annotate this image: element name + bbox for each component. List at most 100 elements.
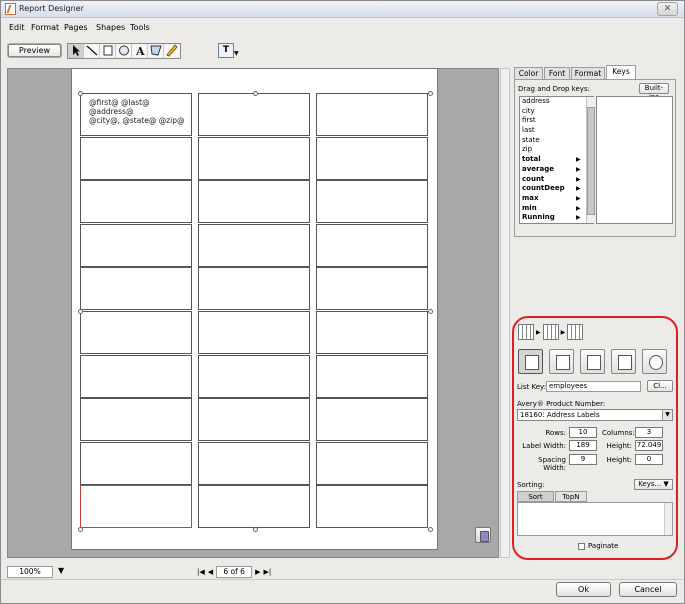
label-cell[interactable] <box>198 267 310 311</box>
label-cell[interactable] <box>80 267 192 311</box>
resize-handle[interactable] <box>78 527 83 532</box>
chevron-down-icon[interactable]: ▼ <box>662 410 672 420</box>
label-width-input[interactable]: 189 <box>569 440 597 451</box>
label-cell[interactable] <box>80 398 192 442</box>
label-cell[interactable] <box>198 311 310 354</box>
menu-shapes[interactable]: Shapes <box>96 23 125 32</box>
label-cell[interactable] <box>80 136 192 180</box>
label-cell[interactable] <box>80 485 192 529</box>
sort-keys-dropdown[interactable]: Keys... ▼ <box>634 479 673 490</box>
label-cell[interactable] <box>198 136 310 180</box>
label-cell[interactable] <box>80 354 192 398</box>
key-list-item[interactable]: average ▶ <box>520 165 593 175</box>
menu-pages[interactable]: Pages <box>64 23 88 32</box>
label-cell[interactable] <box>198 398 310 442</box>
resize-handle[interactable] <box>253 527 258 532</box>
menu-tools[interactable]: Tools <box>130 23 150 32</box>
key-list-item[interactable]: first <box>520 116 593 126</box>
label-cell[interactable] <box>316 180 428 224</box>
label-cell[interactable] <box>316 354 428 398</box>
step-list-icon[interactable] <box>518 324 534 340</box>
label-cell[interactable] <box>198 485 310 529</box>
line-icon[interactable] <box>84 44 100 58</box>
key-list-item[interactable]: total ▶ <box>520 155 593 165</box>
paginate-checkbox[interactable] <box>578 542 585 550</box>
label-cell[interactable] <box>316 398 428 442</box>
avery-product-select[interactable]: 18160: Address Labels ▼ <box>517 409 673 421</box>
key-list-item[interactable]: max ▶ <box>520 194 593 204</box>
step-columns-icon[interactable] <box>542 324 559 340</box>
key-list-item[interactable]: zip <box>520 145 593 155</box>
ellipse-icon[interactable] <box>116 44 132 58</box>
preview-button[interactable]: Preview <box>8 44 61 57</box>
clock-icon[interactable] <box>642 349 667 374</box>
spacing-width-input[interactable]: 9 <box>569 454 597 465</box>
fill-bucket-icon[interactable] <box>549 349 574 374</box>
list-key-input[interactable]: employees <box>546 381 641 392</box>
resize-handle[interactable] <box>428 91 433 96</box>
polygon-icon[interactable] <box>148 44 164 58</box>
previous-page-icon[interactable]: ◀ <box>208 568 213 576</box>
resize-handle[interactable] <box>78 309 83 314</box>
resize-handle[interactable] <box>78 91 83 96</box>
key-list-item[interactable]: state <box>520 136 593 146</box>
label-page[interactable]: @first@ @last@ @address@ @city@, @state@ @… <box>71 68 438 550</box>
label-height-input[interactable]: 72.049 <box>635 440 663 451</box>
menu-edit[interactable]: Edit <box>9 23 25 32</box>
canvas-vertical-scrollbar[interactable] <box>500 68 510 558</box>
select-arrow-icon[interactable] <box>68 44 84 58</box>
label-cell[interactable] <box>316 136 428 180</box>
label-cell[interactable] <box>80 223 192 267</box>
label-cell[interactable] <box>316 311 428 354</box>
key-list-item[interactable]: last <box>520 126 593 136</box>
key-list-item[interactable]: city <box>520 107 593 117</box>
resize-handle[interactable] <box>428 527 433 532</box>
text-block-icon[interactable]: T <box>218 43 234 58</box>
cancel-button[interactable]: Cancel <box>619 582 677 597</box>
first-page-icon[interactable]: |◀ <box>197 568 205 576</box>
page-options-icon[interactable] <box>475 527 491 543</box>
step-grid-icon[interactable] <box>567 324 584 340</box>
resize-handle[interactable] <box>428 309 433 314</box>
label-cell[interactable] <box>198 223 310 267</box>
pencil-icon[interactable] <box>164 44 180 58</box>
label-cell[interactable] <box>198 441 310 485</box>
columns-input[interactable]: 3 <box>635 427 663 438</box>
zoom-field[interactable]: 100% <box>7 566 53 578</box>
clear-button[interactable]: Cl... <box>647 380 673 392</box>
text-A-icon[interactable]: A <box>132 44 148 58</box>
key-list-item[interactable]: address <box>520 97 593 107</box>
window-close-button[interactable]: ✕ <box>657 2 678 16</box>
label-cell[interactable] <box>316 223 428 267</box>
spacing-height-input[interactable]: 0 <box>635 454 663 465</box>
label-cell[interactable] <box>80 441 192 485</box>
label-cell[interactable] <box>198 93 310 136</box>
key-list-item[interactable]: count ▶ <box>520 175 593 185</box>
menu-format[interactable]: Format <box>31 23 59 32</box>
label-cell[interactable] <box>80 180 192 224</box>
sort-keys-box[interactable] <box>517 502 673 536</box>
last-page-icon[interactable]: ▶| <box>264 568 272 576</box>
label-cell[interactable] <box>198 180 310 224</box>
label-cell[interactable] <box>316 93 428 136</box>
next-page-icon[interactable]: ▶ <box>255 568 260 576</box>
label-cell[interactable] <box>316 485 428 529</box>
keys-list[interactable]: address city first last state zip total ▶ averag… <box>519 96 595 224</box>
tab-sort[interactable]: Sort <box>517 491 554 502</box>
built-ins-button[interactable]: Built-ins <box>639 83 669 101</box>
key-list-item[interactable]: min ▶ <box>520 204 593 214</box>
columns-icon[interactable] <box>580 349 605 374</box>
key-detail-box[interactable] <box>596 96 673 224</box>
label-cell[interactable] <box>80 311 192 354</box>
tab-keys[interactable]: Keys <box>606 65 636 80</box>
page-indicator[interactable]: 6 of 6 <box>216 566 253 578</box>
label-cell[interactable] <box>316 267 428 311</box>
label-cell[interactable] <box>316 441 428 485</box>
zoom-dropdown-arrow-icon[interactable]: ▼ <box>58 566 64 575</box>
sort-box-scrollbar[interactable] <box>664 503 672 535</box>
label-cell[interactable] <box>198 354 310 398</box>
rows-input[interactable]: 10 <box>569 427 597 438</box>
label-cell[interactable]: @first@ @last@ @address@ @city@, @state@ @… <box>80 93 192 136</box>
key-list-item[interactable]: countDeep ▶ <box>520 184 593 194</box>
ok-button[interactable]: Ok <box>556 582 611 597</box>
